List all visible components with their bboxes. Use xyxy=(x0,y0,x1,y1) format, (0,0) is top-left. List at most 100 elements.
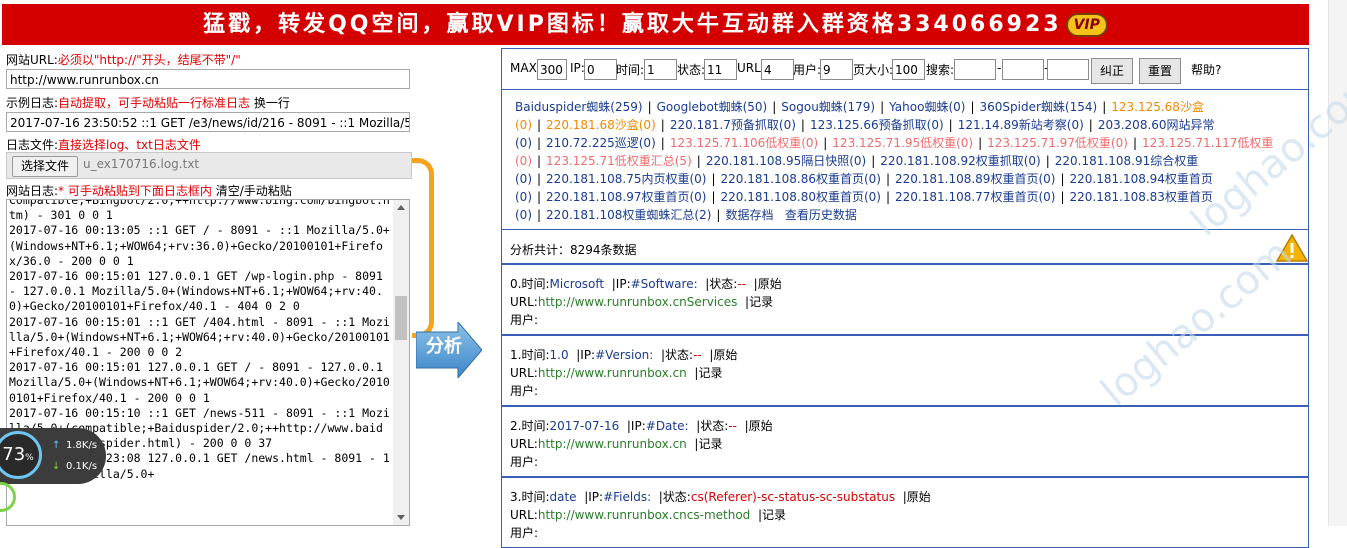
entry-url[interactable]: http://www.runrunbox.cn xyxy=(538,437,687,451)
separator: | xyxy=(716,208,721,222)
fix-button[interactable]: 纠正 xyxy=(1091,58,1134,84)
reset-button[interactable]: 重置 xyxy=(1139,58,1182,84)
entry-header: 3.时间:date |IP:#Fields: |状态:cs(Referer)-s… xyxy=(510,490,931,504)
spider-link[interactable]: Googlebot蜘蛛(50) xyxy=(657,100,768,114)
spider-link[interactable]: 121.14.89新站考察(0) xyxy=(958,118,1084,132)
spider-link[interactable]: 210.72.225巡逻(0) xyxy=(546,136,656,150)
analyze-button[interactable]: 分析 xyxy=(415,320,483,380)
network-speed-widget[interactable]: 73% 1.8K/s 0.1K/s xyxy=(0,428,106,484)
spider-link[interactable]: Baiduspider蜘蛛(259) xyxy=(515,100,643,114)
sample-hint: 自动提取，可手动粘贴一行标准日志 xyxy=(58,96,251,110)
status-input[interactable]: 11 xyxy=(704,59,737,80)
entry-time[interactable]: date xyxy=(550,490,577,504)
spider-link[interactable]: 220.181.108.80权重首页(0) xyxy=(721,190,881,204)
choose-file-button[interactable]: 选择文件 xyxy=(12,156,79,177)
promo-banner[interactable]: 猛戳，转发QQ空间，赢取VIP图标！赢取大牛互动群入群资格334066923 VI… xyxy=(2,4,1309,45)
entry-raw-link[interactable]: |原始 xyxy=(709,348,737,362)
entry-record-link[interactable]: |记录 xyxy=(745,295,773,309)
entry-url[interactable]: http://www.runrunbox.cn xyxy=(538,366,687,380)
entry-raw-link[interactable]: |原始 xyxy=(745,419,773,433)
entry-raw-link[interactable]: |原始 xyxy=(754,277,782,291)
entry-status[interactable]: cs(Referer)-sc-status-sc-substatus xyxy=(691,490,895,504)
entry-ip[interactable]: #Version: xyxy=(595,348,653,362)
search-label: 搜索: xyxy=(926,63,955,77)
sample-next-link[interactable]: 换一行 xyxy=(254,96,290,110)
log-scroll-thumb[interactable] xyxy=(395,296,407,340)
filter-controls: MAX: 300 IP: 0 时间: 1 状态: 11 URL: 4 用户: 9… xyxy=(501,48,1309,90)
clear-log-link[interactable]: 清空/手动粘贴 xyxy=(216,184,292,198)
entry-time[interactable]: Microsoft xyxy=(550,277,605,291)
entry-ip[interactable]: #Fields: xyxy=(603,490,651,504)
help-link[interactable]: 帮助? xyxy=(1191,61,1221,78)
spider-link[interactable]: 220.181.108.92权重抓取(0) xyxy=(880,154,1040,168)
entry-header: 0.时间:Microsoft |IP:#Software: |状态:-- |原始 xyxy=(510,277,782,291)
search-input-2[interactable] xyxy=(1002,59,1044,80)
upload-speed: 1.8K/s xyxy=(52,440,97,451)
separator: | xyxy=(537,208,542,222)
entry-url[interactable]: http://www.runrunbox.cncs-method xyxy=(538,508,750,522)
data-store-link[interactable]: 数据存档 xyxy=(725,208,773,222)
entry-ip[interactable]: #Software: xyxy=(631,277,698,291)
spider-link[interactable]: 123.125.71.106低权重(0) xyxy=(670,136,818,150)
entry-record-link[interactable]: |记录 xyxy=(694,366,722,380)
entry-time[interactable]: 1.0 xyxy=(550,348,569,362)
search-input-1[interactable] xyxy=(954,59,996,80)
entry-user-row: 用户: xyxy=(510,311,538,328)
entry-status[interactable]: -- xyxy=(693,348,702,362)
spider-link[interactable]: 220.181.108.86权重首页(0) xyxy=(721,172,881,186)
entry-time[interactable]: 2017-07-16 xyxy=(550,419,620,433)
separator: | xyxy=(948,118,953,132)
spider-link[interactable]: Sogou蜘蛛(179) xyxy=(781,100,875,114)
user-label: 用户: xyxy=(793,63,822,77)
spider-link[interactable]: 220.181.7预备抓取(0) xyxy=(670,118,796,132)
entry-url[interactable]: http://www.runrunbox.cnServices xyxy=(538,295,738,309)
spider-link[interactable]: 220.181.108.89权重首页(0) xyxy=(895,172,1055,186)
history-link[interactable]: 查看历史数据 xyxy=(785,208,857,222)
url-col-input[interactable]: 4 xyxy=(761,59,794,80)
file-row-label: 日志文件:直接选择log、txt日志文件 xyxy=(6,138,201,152)
time-input[interactable]: 1 xyxy=(644,59,677,80)
entry-record-link[interactable]: |记录 xyxy=(758,508,786,522)
separator: | xyxy=(1045,154,1050,168)
separator: | xyxy=(537,118,542,132)
site-url-input[interactable]: http://www.runrunbox.cn xyxy=(6,69,410,89)
spider-link[interactable]: 123.125.71.97低权重(0) xyxy=(987,136,1128,150)
entry-ip[interactable]: #Date: xyxy=(646,419,689,433)
spider-link[interactable]: 220.181.68沙盒(0) xyxy=(546,118,656,132)
entry-raw-link[interactable]: |原始 xyxy=(903,490,931,504)
spider-link[interactable]: 123.125.66预备抓取(0) xyxy=(810,118,944,132)
page-scrollbar[interactable] xyxy=(1328,0,1347,526)
spider-link[interactable]: Yahoo蜘蛛(0) xyxy=(889,100,965,114)
spider-link[interactable]: 220.181.108.77权重首页(0) xyxy=(895,190,1055,204)
search-input-3[interactable] xyxy=(1047,59,1089,80)
spider-link[interactable]: 220.181.108.97权重首页(0) xyxy=(546,190,706,204)
entry-status[interactable]: -- xyxy=(728,419,737,433)
spider-link[interactable]: 220.181.108.95隔日快照(0) xyxy=(706,154,866,168)
separator: | xyxy=(537,190,542,204)
entry-status[interactable]: -- xyxy=(737,277,746,291)
scroll-down-icon[interactable] xyxy=(397,515,405,520)
scroll-up-icon[interactable] xyxy=(397,205,405,210)
spider-link[interactable]: 220.181.108权重蜘蛛汇总(2) xyxy=(546,208,711,222)
separator: | xyxy=(660,118,665,132)
flow-connector xyxy=(412,158,434,338)
spider-link[interactable]: 123.125.71低权重汇总(5) xyxy=(546,154,692,168)
ip-input[interactable]: 0 xyxy=(584,59,617,80)
summary-bar: 分析共计：8294条数据 xyxy=(501,229,1309,264)
user-input[interactable]: 9 xyxy=(820,59,853,80)
entry-record-link[interactable]: |记录 xyxy=(694,437,722,451)
max-input[interactable]: 300 xyxy=(537,59,567,80)
spider-links: Baiduspider蜘蛛(259) | Googlebot蜘蛛(50) | Sogou… xyxy=(515,98,1298,224)
sample-log-input[interactable]: 2017-07-16 23:50:52 ::1 GET /e3/news/id/… xyxy=(6,112,410,132)
spider-link[interactable]: 360Spider蜘蛛(154) xyxy=(980,100,1098,114)
spider-link[interactable]: 220.181.108.75内页权重(0) xyxy=(546,172,706,186)
warning-icon[interactable] xyxy=(1275,233,1309,263)
pagesize-input[interactable]: 100 xyxy=(892,59,925,80)
log-hint: 可手动粘贴到下面日志框内 xyxy=(67,184,212,198)
spider-link[interactable]: 123.125.71.95低权重(0) xyxy=(832,136,973,150)
status-label: 状态: xyxy=(677,63,706,77)
log-scrollbar[interactable] xyxy=(393,200,409,525)
separator: | xyxy=(537,154,542,168)
entry-user-label: 用户: xyxy=(510,384,539,398)
separator: | xyxy=(537,172,542,186)
